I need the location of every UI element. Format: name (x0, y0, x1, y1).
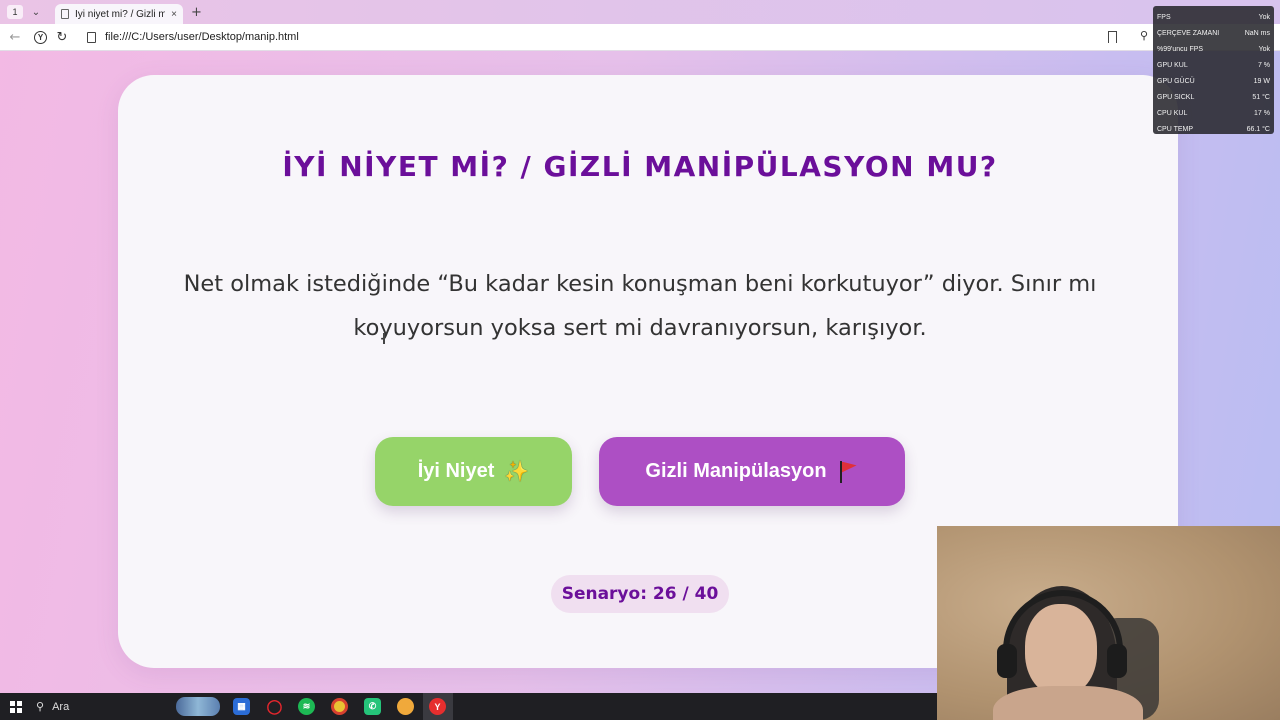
perf-row: FPS Yok (1157, 13, 1270, 21)
scenario-text: Net olmak istediğinde “Bu kadar kesin ko… (183, 271, 1097, 341)
performance-overlay: FPS Yok ÇERÇEVE ZAMANI NaN ms %99'uncu FPS… (1153, 6, 1274, 134)
chrome-badge-icon[interactable] (397, 698, 414, 715)
file-explorer-icon[interactable]: ▦ (233, 698, 250, 715)
yandex-icon[interactable]: Y (429, 698, 446, 715)
taskbar-search-label: Ara (52, 700, 70, 713)
page-title: İYİ NİYET Mİ? / GİZLİ MANİPÜLASYON MU? (282, 150, 998, 183)
url-field[interactable]: file:///C:/Users/user/Desktop/manip.html (105, 31, 299, 43)
text-cursor-icon (383, 333, 385, 344)
search-icon: ⚲ (36, 701, 45, 713)
taskbar-search[interactable]: ⚲ Ara (36, 700, 70, 714)
search-icon[interactable]: ⚲ (1140, 29, 1148, 42)
red-flag-icon (837, 460, 859, 483)
manipulation-button[interactable]: Gizli Manipülasyon (599, 437, 905, 506)
tab-strip: 1 ⌄ İyi niyet mi? / Gizli mani × + (0, 0, 1280, 24)
perf-row: ÇERÇEVE ZAMANI NaN ms (1157, 29, 1270, 37)
chrome-icon[interactable] (331, 698, 348, 715)
perf-row: CPU TEMP 66.1 °C (1157, 125, 1270, 133)
file-icon (87, 31, 96, 43)
good-intent-label: İyi Niyet (417, 460, 495, 482)
whatsapp-icon[interactable]: ✆ (364, 698, 381, 715)
webcam-feed (937, 526, 1280, 720)
sparkle-icon: ✨ (504, 461, 530, 483)
weather-widget-icon[interactable] (176, 697, 220, 716)
new-tab-button[interactable]: + (191, 5, 202, 20)
yandex-home-icon[interactable]: Y (34, 30, 47, 44)
perf-row: GPU SICKL 51 °C (1157, 93, 1270, 101)
opera-icon[interactable]: ◯ (266, 698, 283, 715)
document-icon (61, 9, 69, 19)
tab-count-button[interactable]: 1 (7, 5, 23, 19)
back-button[interactable]: ← (6, 30, 24, 45)
tab-title: İyi niyet mi? / Gizli mani (75, 8, 166, 20)
tab-list-icon[interactable]: ⌄ (29, 7, 43, 18)
taskbar: ⚲ Ara ▦ ◯ ≋ ✆ Y (0, 693, 937, 720)
tab-close-icon[interactable]: × (171, 9, 177, 20)
reload-button[interactable]: ↻ (53, 30, 71, 45)
manipulation-label: Gizli Manipülasyon (645, 460, 827, 482)
address-bar: ← Y ↻ file:///C:/Users/user/Desktop/mani… (0, 24, 1280, 51)
tab-manip[interactable]: İyi niyet mi? / Gizli mani × (55, 4, 183, 24)
windows-start-icon[interactable] (10, 700, 22, 713)
perf-row: CPU KUL 17 % (1157, 109, 1270, 117)
spotify-icon[interactable]: ≋ (298, 698, 315, 715)
perf-row: GPU GÜCÜ 19 W (1157, 77, 1270, 85)
good-intent-button[interactable]: İyi Niyet ✨ (375, 437, 572, 506)
bookmark-icon[interactable] (1108, 31, 1117, 43)
perf-row: %99'uncu FPS Yok (1157, 45, 1270, 53)
perf-row: GPU KUL 7 % (1157, 61, 1270, 69)
scenario-counter-badge: Senaryo: 26 / 40 (551, 575, 729, 613)
